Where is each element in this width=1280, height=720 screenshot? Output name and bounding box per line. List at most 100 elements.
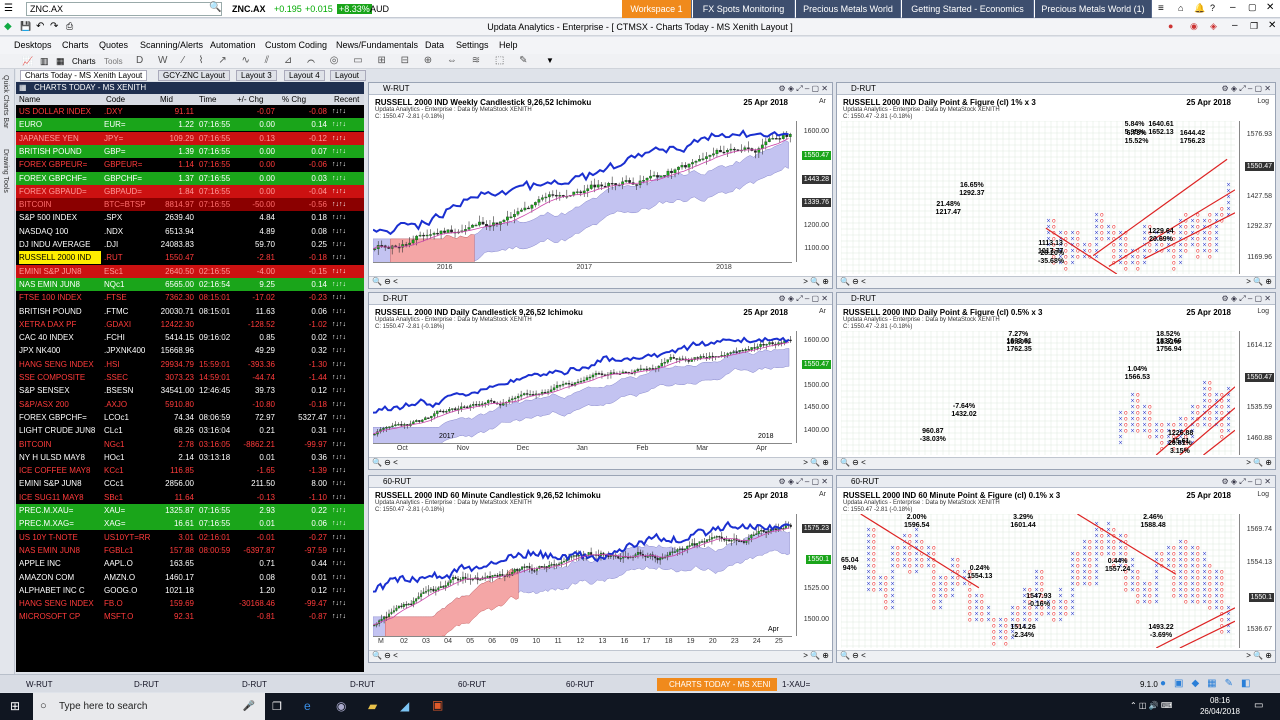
- watchlist-row[interactable]: RUSSELL 2000 IND .RUT 1550.47 -2.81 -0.18 ↑↓↑…: [16, 251, 364, 265]
- new-chart-icon[interactable]: 📈: [22, 56, 33, 67]
- bell-icon[interactable]: ◈: [1210, 21, 1217, 32]
- search-icon[interactable]: 🔍: [209, 2, 221, 13]
- scroll-right-icons[interactable]: > 🔍 ⊕: [803, 651, 829, 660]
- watchlist-row[interactable]: SSE COMPOSITE .SSEC 3073.23 14:59:01 -44.74 -…: [16, 371, 364, 384]
- col-time[interactable]: Time: [199, 94, 216, 105]
- col-code[interactable]: Code: [106, 94, 125, 105]
- watchlist-row[interactable]: S&P/ASX 200 .AXJO 5910.80 -10.80 -0.18 ↑↓↑↓: [16, 397, 364, 411]
- window-tab-charts-today[interactable]: CHARTS TODAY - MS XENI: [657, 678, 777, 691]
- home-icon[interactable]: ⌂: [1178, 3, 1183, 13]
- clock-date[interactable]: 26/04/2018: [1196, 707, 1244, 716]
- file-explorer-icon[interactable]: ▰: [368, 699, 377, 713]
- watchlist-row[interactable]: MICROSOFT CP MSFT.O 92.31 -0.81 -0.87 ↑↓↑↓: [16, 610, 364, 624]
- panel-scrollbar[interactable]: 🔍 ⊖ < > 🔍 ⊕: [369, 457, 832, 469]
- taskbar-search-input[interactable]: ○ Type here to search 🎤: [33, 693, 265, 720]
- window-restore-icon[interactable]: ❐: [1250, 21, 1258, 32]
- watchlist-row[interactable]: BRITISH POUND .FTMC 20030.71 08:15:01 11.63 0…: [16, 304, 364, 318]
- drawing-tools-label[interactable]: Drawing Tools: [2, 149, 9, 193]
- candle-icon[interactable]: ▥: [40, 56, 49, 67]
- pf-panel-daily-1pct[interactable]: D-RUT ⚙ ◈ ⤢ – ▢ ✕ RUSSELL 2000 IND Daily P…: [836, 82, 1276, 289]
- watchlist-row[interactable]: XETRA DAX PF .GDAXI 12422.30 -128.52 -1.02 ↑↓…: [16, 317, 364, 331]
- watchlist-row[interactable]: ALPHABET INC C GOOG.O 1021.18 1.20 0.12 ↑↓↑↓: [16, 583, 364, 597]
- zoom-icons[interactable]: 🔍 ⊖ <: [840, 458, 866, 467]
- col-chg[interactable]: +/- Chg: [237, 94, 263, 105]
- app-icon-2[interactable]: ▣: [432, 698, 443, 712]
- alert-icon[interactable]: 🔔: [1194, 3, 1205, 14]
- charts-toolbar-tab[interactable]: Charts: [72, 57, 96, 66]
- watchlist-row[interactable]: FOREX GBPCHF= GBPCHF= 1.37 07:16:55 0.00 0.03…: [16, 171, 364, 185]
- watchlist-row[interactable]: JAPANESE YEN JPY= 109.29 07:16:55 0.13 -0.12 ↑…: [16, 131, 364, 145]
- microphone-icon[interactable]: 🎤: [243, 693, 255, 720]
- watchlist-row[interactable]: US DOLLAR INDEX .DXY 91.11 -0.07 -0.08 ↑↓↑↓: [16, 105, 364, 118]
- broadcast-icon[interactable]: ◉: [1190, 21, 1198, 32]
- panel-window-controls-icon[interactable]: ⚙ ◈ ⤢ – ▢ ✕: [778, 476, 828, 488]
- windows-start-icon[interactable]: ⊞: [10, 699, 20, 713]
- workspace-tab-1[interactable]: Workspace 1: [622, 0, 692, 18]
- window-minimize-icon[interactable]: –: [1232, 20, 1238, 31]
- watchlist-row[interactable]: ICE SUG11 MAY8 SBc1 11.64 -0.13 -1.10 ↑↓↑↓: [16, 490, 364, 504]
- menu-automation[interactable]: Automation: [210, 40, 256, 50]
- watchlist-row[interactable]: AMAZON COM AMZN.O 1460.17 0.08 0.01 ↑↓↑↓: [16, 570, 364, 584]
- layout-tab-charts-today[interactable]: Charts Today - MS Xenith Layout: [20, 70, 148, 81]
- chart-panel-60min[interactable]: 60-RUT ⚙ ◈ ⤢ – ▢ ✕ RUSSELL 2000 IND 60 Min…: [368, 475, 833, 663]
- layout-tab-4[interactable]: Layout 4: [284, 70, 325, 81]
- symbol-search-input[interactable]: ZNC.AX: [26, 2, 222, 16]
- clock-time[interactable]: 08:16: [1200, 696, 1240, 705]
- watchlist-row[interactable]: US 10Y T-NOTE US10YT=RR 3.01 02:16:01 -0.01 -…: [16, 530, 364, 544]
- window-tab-d-rut-1[interactable]: D-RUT: [122, 678, 159, 691]
- edge-icon[interactable]: e: [304, 699, 311, 713]
- scroll-right-icons[interactable]: > 🔍 ⊕: [1246, 277, 1272, 286]
- layout-icon[interactable]: ▦: [56, 56, 65, 67]
- quick-charts-bar-label[interactable]: Quick Charts Bar: [2, 75, 9, 128]
- updata-taskbar-icon[interactable]: ◢: [400, 699, 409, 713]
- watchlist-row[interactable]: S&P SENSEX .BSESN 34541.00 12:46:45 39.73 0.1…: [16, 384, 364, 398]
- watchlist-row[interactable]: HANG SENG INDEX FB.O 159.69 -30168.46 -99.47…: [16, 597, 364, 611]
- menu-custom-coding[interactable]: Custom Coding: [265, 40, 327, 50]
- notification-icon[interactable]: ▭: [1254, 700, 1263, 711]
- app-menu-icon[interactable]: ☰: [4, 3, 13, 14]
- zoom-icons[interactable]: 🔍 ⊖ <: [372, 277, 398, 286]
- app-icon-1[interactable]: ◉: [336, 699, 346, 713]
- watchlist-row[interactable]: LIGHT CRUDE JUN8 CLc1 68.26 03:16:04 0.21 0.3…: [16, 424, 364, 438]
- menu-quotes[interactable]: Quotes: [99, 40, 128, 50]
- watchlist-row[interactable]: ICE COFFEE MAY8 KCc1 116.85 -1.65 -1.39 ↑↓↑↓: [16, 464, 364, 478]
- layout-tab-3[interactable]: Layout 3: [236, 70, 277, 81]
- window-tab-d-rut-2[interactable]: D-RUT: [230, 678, 267, 691]
- watchlist-row[interactable]: NASDAQ 100 .NDX 6513.94 4.89 0.08 ↑↓↑↓: [16, 224, 364, 238]
- drawing-tools-icons[interactable]: D W ⁄ ⌇ ↗ ∿ ⫽ ⊿ ⌒ ◎ ▭ ⊞ ⊟ ⊕ ⇔ ≋ ⬚ ✎: [136, 55, 533, 66]
- window-tab-xau[interactable]: 1-XAU=: [770, 678, 810, 691]
- maximize-icon[interactable]: ▢: [1248, 2, 1257, 13]
- layout-tab-5[interactable]: Layout 5: [330, 70, 366, 90]
- watchlist-row[interactable]: EMINI S&P JUN8 CCc1 2856.00 211.50 8.00 ↑↓↑↓: [16, 477, 364, 491]
- watchlist-row[interactable]: PREC.M.XAU= XAU= 1325.87 07:16:55 2.93 0.22 ↑↓…: [16, 504, 364, 517]
- panel-window-controls-icon[interactable]: ⚙ ◈ ⤢ – ▢ ✕: [778, 83, 828, 95]
- scroll-right-icons[interactable]: > 🔍 ⊕: [803, 277, 829, 286]
- panel-scrollbar[interactable]: 🔍 ⊖ < > 🔍 ⊕: [837, 457, 1275, 469]
- panel-window-controls-icon[interactable]: ⚙ ◈ ⤢ – ▢ ✕: [1221, 476, 1271, 488]
- watchlist-row[interactable]: PREC.M.XAG= XAG= 16.61 07:16:55 0.01 0.06 ↑↓↑↓: [16, 517, 364, 531]
- col-mid[interactable]: Mid: [160, 94, 173, 105]
- watchlist-row[interactable]: HANG SENG INDEX .HSI 29934.79 15:59:01 -393.…: [16, 357, 364, 371]
- minimize-icon[interactable]: –: [1230, 2, 1236, 13]
- chart-panel-weekly[interactable]: W-RUT ⚙ ◈ ⤢ – ▢ ✕ RUSSELL 2000 IND Weekly …: [368, 82, 833, 289]
- panel-window-controls-icon[interactable]: ⚙ ◈ ⤢ – ▢ ✕: [1221, 83, 1271, 95]
- window-tab-d-rut-3[interactable]: D-RUT: [338, 678, 375, 691]
- panel-scrollbar[interactable]: 🔍 ⊖ < > 🔍 ⊕: [369, 650, 832, 662]
- window-tab-60-rut-1[interactable]: 60-RUT: [446, 678, 486, 691]
- watchlist-row[interactable]: DJ INDU AVERAGE .DJI 24083.83 59.70 0.25 ↑↓↑↓: [16, 238, 364, 251]
- watchlist-row[interactable]: S&P 500 INDEX .SPX 2639.40 4.84 0.18 ↑↓↑↓: [16, 211, 364, 225]
- close-icon[interactable]: ✕: [1266, 2, 1274, 13]
- tray-icons[interactable]: ⌃ ◫ 🔊 ⌨: [1130, 701, 1172, 710]
- record-icon[interactable]: ●: [1168, 21, 1173, 31]
- zoom-icons[interactable]: 🔍 ⊖ <: [372, 651, 398, 660]
- panel-scrollbar[interactable]: 🔍 ⊖ < > 🔍 ⊕: [837, 650, 1275, 662]
- col-pct[interactable]: % Chg: [282, 94, 306, 105]
- pf-panel-daily-05pct[interactable]: D-RUT ⚙ ◈ ⤢ – ▢ ✕ RUSSELL 2000 IND Daily P…: [836, 292, 1276, 470]
- panel-window-controls-icon[interactable]: ⚙ ◈ ⤢ – ▢ ✕: [778, 293, 828, 305]
- workspace-tab-fx[interactable]: FX Spots Monitoring: [693, 0, 795, 18]
- watchlist-row[interactable]: EURO EUR= 1.22 07:16:55 0.00 0.14 ↑↓↑↓: [16, 118, 364, 132]
- menu-settings[interactable]: Settings: [456, 40, 489, 50]
- watchlist-row[interactable]: FTSE 100 INDEX .FTSE 7362.30 08:15:01 -17.02…: [16, 291, 364, 305]
- menu-news[interactable]: News/Fundamentals: [336, 40, 418, 50]
- scroll-right-icons[interactable]: > 🔍 ⊕: [803, 458, 829, 467]
